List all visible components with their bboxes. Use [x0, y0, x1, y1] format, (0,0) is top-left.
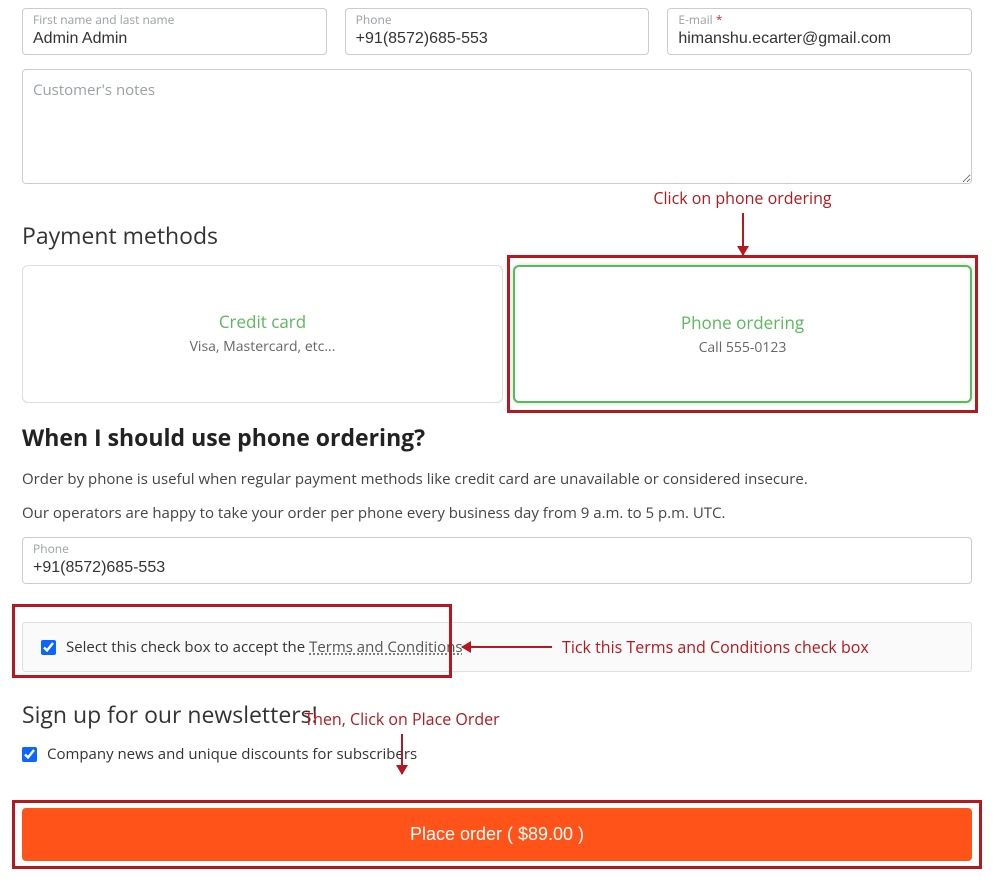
- arrow-left-icon: [462, 646, 552, 648]
- phone-ordering-question-heading: When I should use phone ordering?: [22, 421, 972, 453]
- order-phone-input[interactable]: [33, 559, 961, 577]
- terms-section: Select this check box to accept the Term…: [22, 622, 972, 672]
- email-label-text: E-mail: [678, 11, 712, 28]
- name-field-wrapper: First name and last name: [22, 8, 327, 55]
- newsletter-option-label: Company news and unique discounts for su…: [47, 744, 417, 764]
- phone-field-wrapper: Phone: [345, 8, 650, 55]
- customer-fields-row: First name and last name Phone E-mail *: [22, 8, 972, 55]
- annotation-phone-ordering: Click on phone ordering: [613, 187, 873, 255]
- phone-ordering-title: Phone ordering: [525, 311, 960, 334]
- terms-label: Select this check box to accept the Term…: [66, 637, 463, 657]
- phone-ordering-desc-2: Our operators are happy to take your ord…: [22, 503, 972, 523]
- phone-label: Phone: [356, 13, 639, 26]
- payment-option-credit-card[interactable]: Credit card Visa, Mastercard, etc...: [22, 265, 503, 403]
- newsletter-option-row: Company news and unique discounts for su…: [22, 744, 972, 764]
- required-marker: *: [716, 11, 723, 28]
- newsletter-heading: Sign up for our newsletters!: [22, 698, 972, 730]
- annotation-phone-ordering-text: Click on phone ordering: [613, 187, 873, 209]
- email-input[interactable]: [678, 30, 961, 48]
- newsletter-checkbox[interactable]: [22, 747, 37, 762]
- phone-ordering-subtitle: Call 555-0123: [525, 338, 960, 357]
- place-order-button[interactable]: Place order ( $89.00 ): [22, 808, 972, 861]
- payment-option-phone-ordering[interactable]: Phone ordering Call 555-0123: [513, 265, 972, 403]
- email-field-wrapper: E-mail *: [667, 8, 972, 55]
- credit-card-subtitle: Visa, Mastercard, etc...: [33, 337, 492, 356]
- customer-notes-textarea[interactable]: [22, 69, 972, 184]
- payment-methods-row: Credit card Visa, Mastercard, etc... Pho…: [22, 265, 972, 403]
- phone-input[interactable]: [356, 30, 639, 48]
- name-label: First name and last name: [33, 13, 316, 26]
- terms-label-prefix: Select this check box to accept the: [66, 637, 309, 657]
- name-input[interactable]: [33, 30, 316, 48]
- place-order-section: Then, Click on Place Order Place order (…: [22, 808, 972, 861]
- arrow-down-icon: [742, 213, 744, 255]
- annotation-terms: Tick this Terms and Conditions check box: [462, 636, 869, 658]
- email-label: E-mail *: [678, 13, 961, 26]
- terms-checkbox[interactable]: [41, 640, 56, 655]
- credit-card-title: Credit card: [33, 310, 492, 333]
- order-phone-field-wrapper: Phone: [22, 537, 972, 584]
- terms-and-conditions-link[interactable]: Terms and Conditions: [309, 637, 463, 657]
- order-phone-label: Phone: [33, 542, 961, 555]
- phone-ordering-desc-1: Order by phone is useful when regular pa…: [22, 469, 972, 489]
- annotation-terms-text: Tick this Terms and Conditions check box: [562, 636, 869, 658]
